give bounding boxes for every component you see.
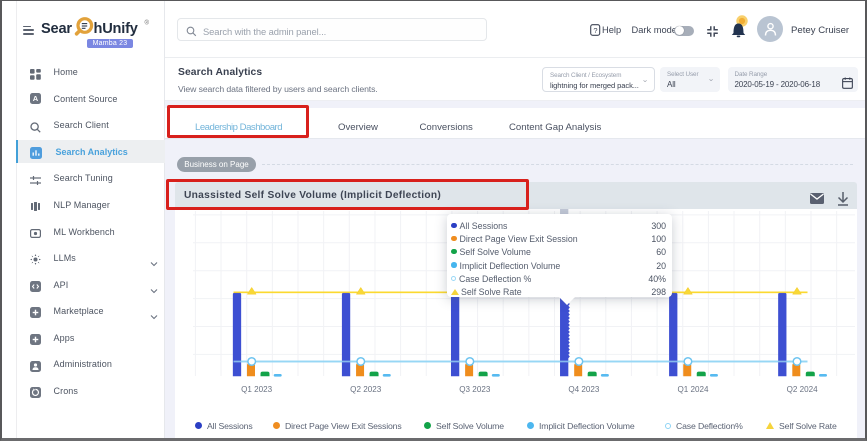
svg-text:®: ® bbox=[145, 20, 150, 27]
svg-text:Sear: Sear bbox=[41, 21, 72, 37]
svg-text:?: ? bbox=[593, 26, 597, 35]
svg-text:hUnify: hUnify bbox=[94, 21, 139, 37]
